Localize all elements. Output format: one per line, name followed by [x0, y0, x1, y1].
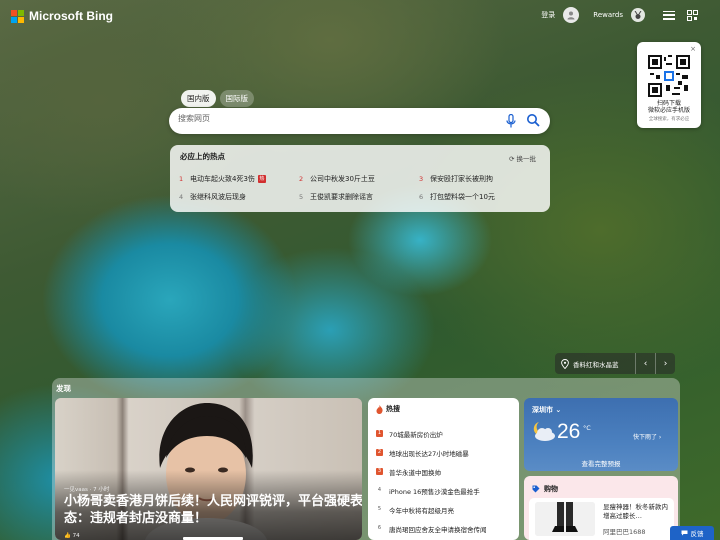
discover-feed: 发现 一见vaas · 7 小时 小杨哥卖香港月饼后续！人民网评锐评，平台强硬表…	[52, 378, 680, 540]
qr-code-icon[interactable]	[687, 9, 698, 21]
weather-city[interactable]: 深圳市 ⌄	[532, 405, 561, 415]
signin-link[interactable]: 登录	[541, 10, 555, 20]
trending-rank: 6	[377, 525, 382, 531]
hot-topics-title: 必应上的热点	[180, 152, 225, 161]
hot-rank: 5	[299, 193, 304, 201]
product-title: 显瘦神器！秋冬新款内增高过膝长…	[603, 503, 668, 520]
brand-name: Microsoft Bing	[29, 9, 113, 23]
hot-topic-text: 王俊凯要求删除谣言	[310, 193, 373, 201]
trending-item[interactable]: 2 地球出现长达27小时地磁暴	[376, 443, 511, 462]
qr-download-panel: × 扫码下载 微软必应手机版 全球搜索，有求必应	[637, 42, 701, 128]
trending-rank: 5	[377, 506, 382, 512]
feedback-button[interactable]: 反馈	[670, 526, 714, 540]
image-info-bar: 香料红和水晶蓝 ‹ ›	[555, 353, 675, 374]
trending-text: 普华永道中国换帅	[389, 468, 441, 477]
chat-bubble-icon	[681, 530, 687, 536]
like-count-value: 74	[72, 533, 80, 539]
product-seller: 阿里巴巴1688	[603, 528, 646, 536]
hot-topic-text: 电动车起火致4死3伤	[190, 175, 255, 183]
qr-caption-title: 扫码下载	[656, 100, 681, 107]
hot-rank: 1	[179, 175, 184, 183]
qr-code-image	[648, 55, 690, 97]
weather-temperature: 26	[557, 420, 581, 443]
menu-icon[interactable]	[663, 10, 675, 20]
hot-topic-item[interactable]: 2 公司中秋发30斤土豆	[299, 174, 419, 184]
partly-cloudy-icon	[533, 422, 555, 441]
refresh-button[interactable]: ⟳ 换一批	[509, 153, 536, 163]
hot-topic-item[interactable]: 4 张继科风波后现身	[179, 192, 299, 202]
trending-text: 地球出现长达27小时地磁暴	[389, 449, 469, 458]
tab-domestic[interactable]: 国内版	[181, 90, 216, 107]
trending-item[interactable]: 4 iPhone 16预售沙漠金色最抢手	[376, 481, 511, 500]
news-headline[interactable]: 小杨哥卖香港月饼后续！人民网评锐评，平台强硬表态：违规者封店没商量！	[64, 493, 362, 527]
qr-caption-app: 微软必应手机版	[647, 107, 690, 114]
like-count[interactable]: 👍 74	[64, 533, 80, 539]
product-card[interactable]: 显瘦神器！秋冬新款内增高过膝长… 阿里巴巴1688	[529, 498, 674, 540]
hot-topic-item[interactable]: 6 打包塑料袋一个10元	[419, 192, 539, 202]
search-region-tabs: 国内版 国际版	[181, 90, 254, 107]
microphone-icon[interactable]	[506, 114, 516, 128]
hot-topic-text: 保安殴打家长被刑拘	[430, 175, 493, 183]
previous-image-button[interactable]: ‹	[635, 353, 655, 374]
trending-title: 热搜	[386, 405, 400, 413]
trending-text: 70城最新房价出炉	[389, 430, 443, 439]
avatar-icon[interactable]	[563, 7, 580, 23]
trending-rank: 4	[377, 487, 382, 493]
shopping-card: 购物 显瘦神器！秋冬新款内增高过膝长… 阿里巴巴1688	[524, 476, 678, 540]
trending-item[interactable]: 6 唐尚珺回应舍友全申请换宿舍传闻	[376, 519, 511, 538]
trending-rank: 2	[376, 449, 383, 456]
feedback-label: 反馈	[690, 530, 704, 538]
close-icon[interactable]: ×	[690, 45, 696, 53]
trending-card: 热搜 1 70城最新房价出炉 2 地球出现长达27小时地磁暴 3 普华永道中国换帅 4…	[368, 398, 519, 540]
location-pin-icon	[561, 358, 569, 369]
microsoft-logo-icon	[11, 9, 24, 23]
refresh-label: 换一批	[516, 155, 537, 163]
hot-topic-item[interactable]: 3 保安殴打家长被刑拘	[419, 174, 539, 184]
hot-rank: 3	[419, 175, 424, 183]
hot-topic-text: 张继科风波后现身	[190, 193, 246, 201]
search-box	[169, 108, 550, 134]
image-location-link[interactable]: 香料红和水晶蓝	[573, 359, 635, 369]
shopping-tag-icon	[532, 485, 540, 493]
hero-news-card[interactable]: 一见vaas · 7 小时 小杨哥卖香港月饼后续！人民网评锐评，平台强硬表态：违…	[55, 398, 362, 540]
full-forecast-link[interactable]: 查看完整预报	[524, 458, 678, 468]
search-icon[interactable]	[526, 113, 540, 127]
news-source: 一见vaas · 7 小时	[64, 487, 110, 493]
hot-rank: 6	[419, 193, 424, 201]
top-bar: Microsoft Bing 登录 Rewards	[0, 0, 720, 34]
trending-item[interactable]: 1 70城最新房价出炉	[376, 424, 511, 443]
trending-text: 今年中秋将有超级月亮	[389, 506, 454, 515]
trending-item[interactable]: 3 普华永道中国换帅	[376, 462, 511, 481]
product-image	[535, 502, 595, 536]
hot-badge: 热	[257, 175, 266, 183]
trending-text: 唐尚珺回应舍友全申请换宿舍传闻	[389, 525, 487, 534]
hot-topic-text: 打包塑料袋一个10元	[430, 193, 495, 201]
weather-city-name: 深圳市	[532, 406, 553, 414]
feed-title: 发现	[56, 384, 71, 393]
hot-topics-panel: 必应上的热点 ⟳ 换一批 1 电动车起火致4死3伤 热 2 公司中秋发30斤土豆…	[170, 145, 550, 212]
flame-icon	[376, 404, 383, 414]
weather-card[interactable]: 深圳市 ⌄ 26 °C 快下雨了 › 查看完整预报	[524, 398, 678, 471]
search-input[interactable]	[178, 114, 478, 123]
rewards-link[interactable]: Rewards	[593, 11, 623, 19]
trending-text: iPhone 16预售沙漠金色最抢手	[389, 487, 480, 496]
hot-topic-text: 公司中秋发30斤土豆	[310, 175, 375, 183]
trending-rank: 1	[376, 430, 383, 437]
rewards-medal-icon[interactable]	[631, 8, 645, 22]
hot-rank: 4	[179, 193, 184, 201]
weather-condition[interactable]: 快下雨了 ›	[633, 432, 661, 441]
qr-caption-slogan: 全球搜索，有求必应	[648, 117, 690, 122]
tab-international[interactable]: 国际版	[219, 90, 254, 107]
hot-rank: 2	[299, 175, 304, 183]
hot-topic-item[interactable]: 1 电动车起火致4死3伤 热	[179, 174, 299, 184]
trending-rank: 3	[376, 468, 383, 475]
next-image-button[interactable]: ›	[655, 353, 675, 374]
hot-topic-item[interactable]: 5 王俊凯要求删除谣言	[299, 192, 419, 202]
weather-unit: °C	[583, 424, 591, 432]
trending-item[interactable]: 5 今年中秋将有超级月亮	[376, 500, 511, 519]
weather-condition-text: 快下雨了	[633, 434, 658, 441]
shopping-title: 购物	[544, 485, 558, 493]
bing-logo[interactable]: Microsoft Bing	[11, 9, 113, 23]
